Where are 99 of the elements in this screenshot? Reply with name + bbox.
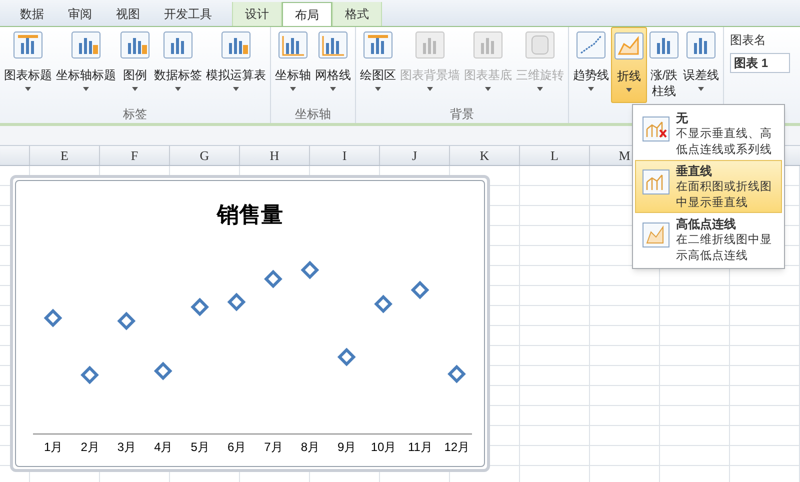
axis-label: 7月 bbox=[264, 439, 283, 456]
button-label: 涨/跌 bbox=[650, 67, 678, 83]
column-header[interactable]: H bbox=[240, 146, 310, 165]
column-header[interactable]: F bbox=[100, 146, 170, 165]
caret-icon bbox=[132, 87, 138, 91]
menu-item-title: 垂直线 bbox=[676, 163, 713, 179]
chart-icon bbox=[163, 31, 193, 59]
button-label: 网格线 bbox=[315, 67, 351, 83]
ribbon-button[interactable]: 误差线 bbox=[681, 27, 721, 103]
axis-label: 12月 bbox=[444, 439, 470, 456]
ribbon-button[interactable]: 网格线 bbox=[313, 27, 353, 103]
chart-icon bbox=[576, 31, 606, 59]
chart-icon bbox=[278, 31, 308, 59]
chart-name-field[interactable]: 图表 1 bbox=[730, 53, 790, 73]
button-label: 图表背景墙 bbox=[400, 67, 460, 83]
ribbon-button[interactable]: 坐标轴标题 bbox=[54, 27, 118, 103]
button-label: 坐标轴标题 bbox=[56, 67, 116, 83]
column-header[interactable]: G bbox=[170, 146, 240, 165]
axis-label: 10月 bbox=[370, 439, 396, 456]
column-header[interactable]: E bbox=[30, 146, 100, 165]
column-header[interactable]: L bbox=[520, 146, 590, 165]
caret-icon bbox=[290, 87, 296, 91]
group-label: 背景 bbox=[449, 106, 475, 123]
chart-icon bbox=[120, 31, 150, 59]
chart-icon bbox=[473, 31, 503, 59]
caret-icon bbox=[485, 87, 491, 91]
button-label: 坐标轴 bbox=[275, 67, 311, 83]
chart-icon bbox=[614, 32, 644, 60]
axis-label: 8月 bbox=[300, 439, 320, 456]
axis-label: 9月 bbox=[338, 439, 356, 456]
caret-icon bbox=[83, 87, 89, 91]
menu-item-description: 在二维折线图中显示高低点连线 bbox=[676, 232, 773, 264]
chart-icon bbox=[71, 31, 101, 59]
menu-item-title: 高低点连线 bbox=[676, 216, 737, 232]
axis-label: 11月 bbox=[408, 439, 432, 456]
chart-icon bbox=[363, 31, 393, 59]
chart-icon bbox=[525, 31, 555, 59]
button-label: 三维旋转 bbox=[516, 67, 564, 83]
ribbon-button[interactable]: 折线 bbox=[611, 27, 647, 103]
caret-icon bbox=[375, 87, 381, 91]
ribbon-tab[interactable]: 开发工具 bbox=[152, 2, 224, 26]
chart-icon bbox=[221, 31, 251, 59]
group-label: 坐标轴 bbox=[294, 106, 332, 123]
ribbon-button[interactable]: 趋势线 bbox=[571, 27, 611, 103]
caret-icon bbox=[233, 87, 239, 91]
axis-label: 5月 bbox=[190, 439, 210, 456]
button-label: 折线 bbox=[617, 68, 641, 84]
caret-icon bbox=[626, 88, 632, 92]
ribbon-tab[interactable]: 视图 bbox=[104, 2, 152, 26]
button-label: 绘图区 bbox=[360, 67, 396, 83]
axis-label: 6月 bbox=[227, 439, 246, 456]
axis-label: 3月 bbox=[117, 439, 136, 456]
chart-icon bbox=[13, 31, 43, 59]
button-label: 柱线 bbox=[652, 83, 676, 99]
ribbon-tab[interactable]: 设计 bbox=[232, 2, 282, 26]
ribbon-tab[interactable]: 格式 bbox=[332, 2, 382, 26]
ribbon-button[interactable]: 模拟运算表 bbox=[204, 27, 268, 103]
chart-icon bbox=[318, 31, 348, 59]
caret-icon bbox=[25, 87, 31, 91]
axis-label: 4月 bbox=[154, 439, 173, 456]
caret-icon bbox=[698, 87, 704, 91]
caret-icon bbox=[588, 87, 594, 91]
chart-title: 销售量 bbox=[217, 201, 283, 230]
menu-item-description: 不显示垂直线、高低点连线或系列线 bbox=[676, 126, 773, 158]
button-label: 误差线 bbox=[683, 67, 719, 83]
menu-item-title: 无 bbox=[676, 110, 689, 126]
ribbon-button[interactable]: 数据标签 bbox=[152, 27, 204, 103]
chart-icon bbox=[415, 31, 445, 59]
chart-icon bbox=[686, 31, 716, 59]
ribbon-button[interactable]: 图表标题 bbox=[2, 27, 54, 103]
button-label: 模拟运算表 bbox=[206, 67, 266, 83]
caret-icon bbox=[537, 87, 543, 91]
ribbon-tab[interactable]: 审阅 bbox=[56, 2, 104, 26]
group-label: 标签 bbox=[122, 106, 148, 123]
menu-item[interactable]: 垂直线 在面积图或折线图中显示垂直线 bbox=[635, 160, 782, 213]
ribbon-button[interactable]: 涨/跌 柱线 bbox=[647, 27, 681, 103]
button-label: 趋势线 bbox=[573, 67, 609, 83]
button-label: 图表基底 bbox=[464, 67, 512, 83]
axis-label: 2月 bbox=[80, 439, 100, 456]
button-label: 图表标题 bbox=[4, 67, 52, 83]
ribbon-button[interactable]: 绘图区 bbox=[358, 27, 398, 103]
axis-label: 1月 bbox=[44, 439, 63, 456]
ribbon-tab[interactable]: 布局 bbox=[282, 2, 332, 26]
column-header[interactable]: I bbox=[310, 146, 380, 165]
column-header[interactable]: J bbox=[380, 146, 450, 165]
chart-name-label: 图表名 bbox=[730, 32, 767, 49]
ribbon-button[interactable]: 坐标轴 bbox=[273, 27, 313, 103]
menu-item[interactable]: 高低点连线 在二维折线图中显示高低点连线 bbox=[635, 213, 782, 266]
column-header[interactable]: K bbox=[450, 146, 520, 165]
ribbon-button[interactable]: 图例 bbox=[118, 27, 152, 103]
chart-icon bbox=[649, 31, 679, 59]
caret-icon bbox=[175, 87, 181, 91]
chart-frame[interactable]: 销售量 1月 2月 3月 4月 5月 6月 7月 8月 9月 10月 11月 12月 bbox=[10, 175, 490, 472]
ribbon-tab[interactable]: 数据 bbox=[8, 2, 56, 26]
menu-item-description: 在面积图或折线图中显示垂直线 bbox=[676, 180, 773, 211]
button-label: 数据标签 bbox=[154, 67, 202, 83]
caret-icon bbox=[330, 87, 336, 91]
caret-icon bbox=[427, 87, 433, 91]
button-label: 图例 bbox=[123, 67, 147, 83]
